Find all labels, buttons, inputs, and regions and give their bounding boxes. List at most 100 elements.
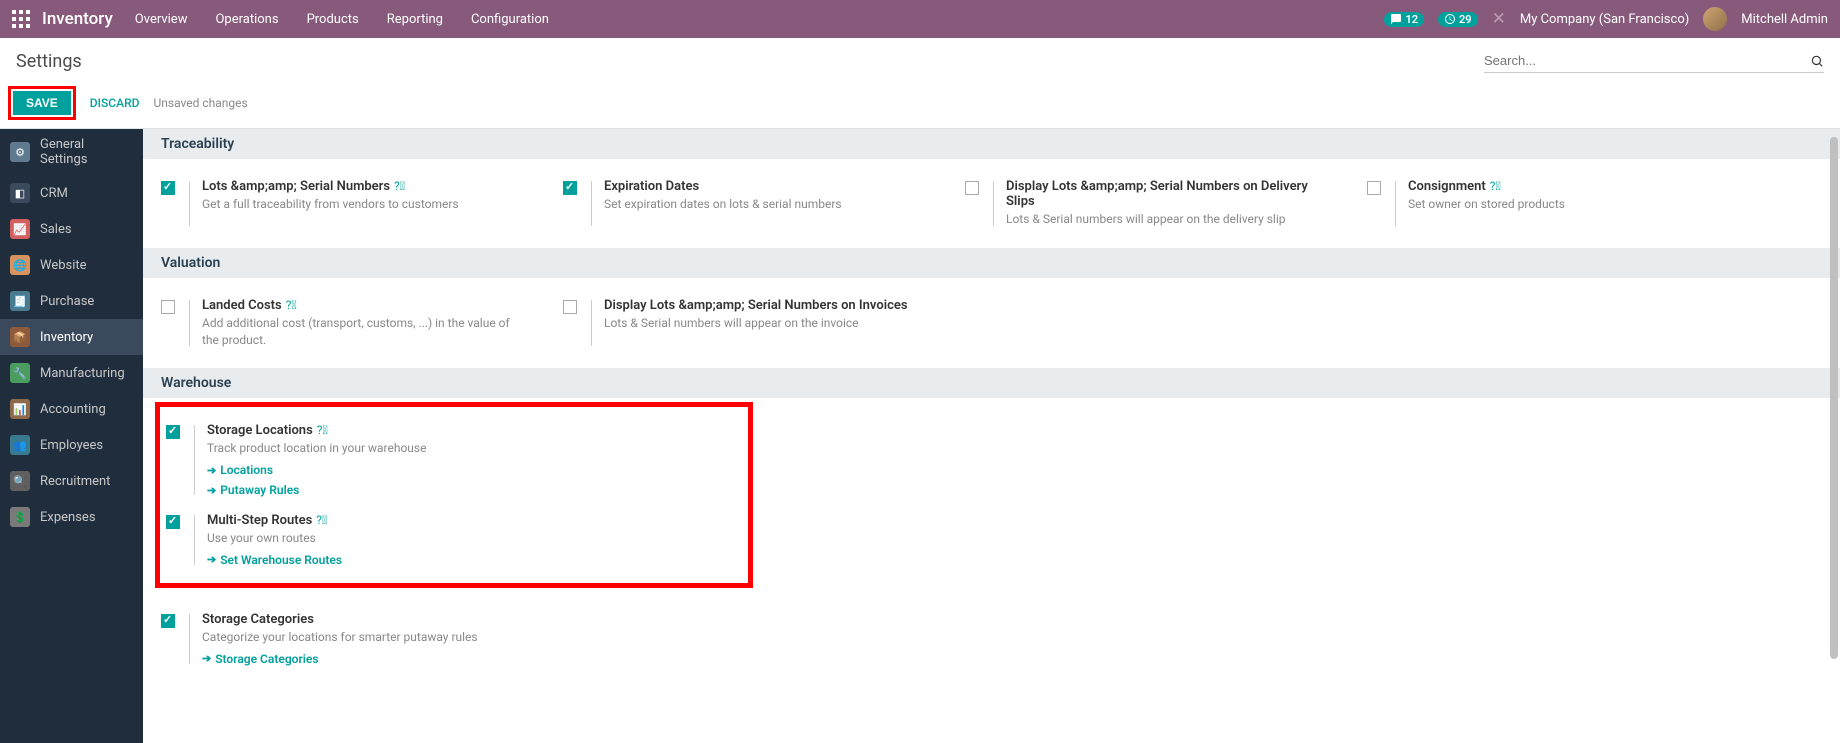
app-title[interactable]: Inventory [42, 9, 113, 29]
setting-landed: Landed Costs ?⃝ Add additional cost (tran… [143, 290, 545, 357]
setting-storage-categories: Storage Categories Categorize your locat… [143, 604, 545, 674]
action-bar: SAVE DISCARD Unsaved changes [0, 74, 1840, 129]
sidebar-item-label: General Settings [40, 137, 133, 167]
setting-title: Storage Locations [207, 423, 313, 438]
messages-badge[interactable]: 12 [1384, 12, 1424, 27]
messages-count: 12 [1405, 13, 1418, 26]
sales-icon: 📈 [10, 219, 30, 239]
sidebar-item-label: CRM [40, 186, 68, 201]
nav-products[interactable]: Products [307, 12, 359, 27]
accounting-icon: 📊 [10, 399, 30, 419]
checkbox-landed[interactable] [161, 300, 175, 314]
sidebar-item-purchase[interactable]: 🧾 Purchase [0, 283, 143, 319]
checkbox-multistep[interactable] [166, 515, 180, 529]
top-navbar: Inventory Overview Operations Products R… [0, 0, 1840, 38]
purchase-icon: 🧾 [10, 291, 30, 311]
help-icon[interactable]: ?⃝ [317, 423, 328, 437]
setting-expiration: Expiration Dates Set expiration dates on… [545, 171, 947, 236]
divider [591, 300, 592, 347]
divider [993, 181, 994, 226]
setting-title: Multi-Step Routes [207, 513, 312, 528]
divider [189, 614, 190, 664]
avatar[interactable] [1703, 7, 1727, 31]
highlight-warehouse-row: Storage Locations ?⃝ Track product locati… [155, 402, 753, 588]
setting-desc: Set owner on stored products [1408, 196, 1733, 213]
checkbox-lots[interactable] [161, 181, 175, 195]
sidebar-item-employees[interactable]: 👥Employees [0, 427, 143, 463]
save-button[interactable]: SAVE [13, 91, 71, 115]
warehouse-grid-1: Storage Locations ?⃝ Track product locati… [160, 411, 748, 579]
sidebar-item-sales[interactable]: 📈 Sales [0, 211, 143, 247]
checkbox-storage-locations[interactable] [166, 425, 180, 439]
sidebar-item-crm[interactable]: ◧ CRM [0, 175, 143, 211]
sidebar-item-label: Employees [40, 438, 103, 453]
sidebar-item-general[interactable]: ⚙ General Settings [0, 129, 143, 175]
setting-storage-locations: Storage Locations ?⃝ Track product locati… [160, 415, 460, 505]
help-icon[interactable]: ?⃝ [286, 298, 297, 312]
link-putaway-rules[interactable]: ➔Putaway Rules [207, 483, 442, 497]
scrollbar-thumb[interactable] [1830, 137, 1838, 659]
sidebar-item-label: Sales [40, 222, 72, 237]
sidebar-item-label: Purchase [40, 294, 94, 309]
sidebar-item-recruitment[interactable]: 🔍Recruitment [0, 463, 143, 499]
nav-operations[interactable]: Operations [215, 12, 278, 27]
activities-badge[interactable]: 29 [1438, 12, 1478, 27]
user-name[interactable]: Mitchell Admin [1741, 12, 1828, 27]
setting-title: Landed Costs [202, 298, 282, 313]
link-set-warehouse-routes[interactable]: ➔Set Warehouse Routes [207, 553, 442, 567]
sidebar-item-website[interactable]: 🌐Website [0, 247, 143, 283]
search-input[interactable] [1484, 49, 1810, 72]
page-title: Settings [16, 51, 82, 72]
expenses-icon: 💲 [10, 507, 30, 527]
recruitment-icon: 🔍 [10, 471, 30, 491]
activities-count: 29 [1459, 13, 1472, 26]
scrollbar-track[interactable] [1828, 129, 1838, 743]
sidebar-item-manufacturing[interactable]: 🔧Manufacturing [0, 355, 143, 391]
setting-desc: Track product location in your warehouse [207, 440, 442, 457]
setting-desc: Add additional cost (transport, customs,… [202, 315, 527, 349]
apps-icon[interactable] [12, 10, 30, 28]
help-icon[interactable]: ?⃝ [394, 179, 405, 193]
link-locations[interactable]: ➔Locations [207, 463, 442, 477]
arrow-icon: ➔ [202, 652, 211, 665]
divider [591, 181, 592, 226]
sidebar-item-accounting[interactable]: 📊 Accounting [0, 391, 143, 427]
search-icon[interactable] [1810, 54, 1824, 68]
sidebar: ⚙ General Settings ◧ CRM 📈 Sales 🌐Website 🧾… [0, 129, 143, 743]
gear-icon: ⚙ [10, 142, 30, 162]
arrow-icon: ➔ [207, 464, 216, 477]
setting-desc: Lots & Serial numbers will appear on the… [1006, 211, 1331, 228]
discard-button[interactable]: DISCARD [90, 96, 140, 110]
nav-reporting[interactable]: Reporting [387, 12, 443, 27]
topnav-right: 12 29 ✕ My Company (San Francisco) Mitch… [1384, 7, 1828, 31]
chat-icon [1390, 13, 1402, 25]
help-icon[interactable]: ?⃝ [1490, 179, 1501, 193]
arrow-icon: ➔ [207, 484, 216, 497]
close-icon[interactable]: ✕ [1492, 9, 1506, 29]
section-warehouse: Warehouse [143, 368, 1840, 398]
checkbox-display-inv[interactable] [563, 300, 577, 314]
warehouse-grid-2: Storage Categories Categorize your locat… [143, 592, 1840, 686]
sidebar-item-expenses[interactable]: 💲 Expenses [0, 499, 143, 535]
sidebar-item-label: Manufacturing [40, 366, 125, 381]
unsaved-text: Unsaved changes [153, 96, 247, 110]
checkbox-expiration[interactable] [563, 181, 577, 195]
valuation-grid: Landed Costs ?⃝ Add additional cost (tran… [143, 278, 1840, 369]
checkbox-display-slips[interactable] [965, 181, 979, 195]
company-name[interactable]: My Company (San Francisco) [1520, 12, 1689, 27]
sidebar-item-inventory[interactable]: 📦Inventory [0, 319, 143, 355]
sidebar-item-label: Expenses [40, 510, 96, 525]
clock-icon [1444, 13, 1456, 25]
nav-configuration[interactable]: Configuration [471, 12, 549, 27]
checkbox-consignment[interactable] [1367, 181, 1381, 195]
link-storage-categories[interactable]: ➔Storage Categories [202, 652, 527, 666]
setting-title: Display Lots &amp;amp; Serial Numbers on… [604, 298, 908, 313]
checkbox-storage-categories[interactable] [161, 614, 175, 628]
crm-icon: ◧ [10, 183, 30, 203]
setting-title: Expiration Dates [604, 179, 699, 194]
nav-overview[interactable]: Overview [135, 12, 188, 27]
sidebar-item-label: Accounting [40, 402, 106, 417]
setting-lots: Lots &amp;amp; Serial Numbers?⃝ Get a fu… [143, 171, 545, 236]
help-icon[interactable]: ?⃝ [316, 513, 327, 527]
setting-title: Consignment [1408, 179, 1486, 194]
